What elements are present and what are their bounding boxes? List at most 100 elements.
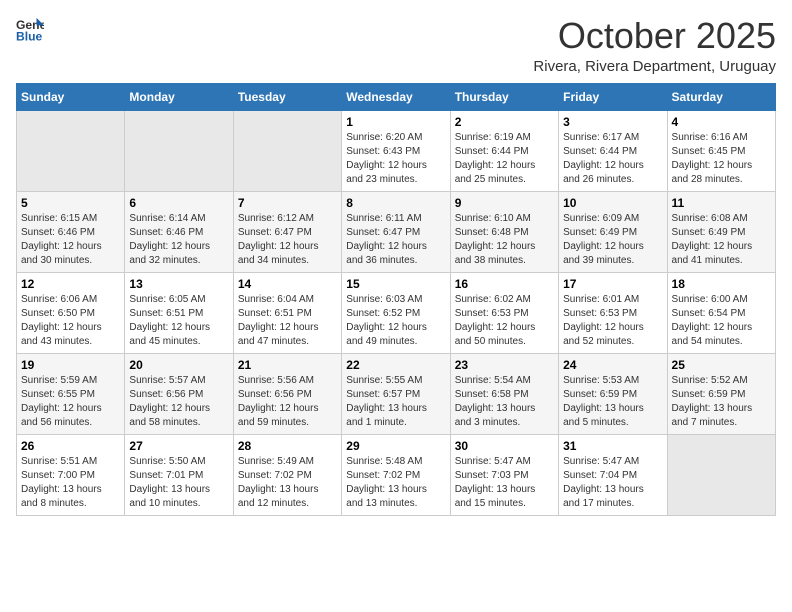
svg-text:Blue: Blue bbox=[16, 29, 43, 43]
day-number: 1 bbox=[346, 115, 445, 129]
location-subtitle: Rivera, Rivera Department, Uruguay bbox=[533, 58, 776, 75]
day-info: Sunrise: 5:52 AM Sunset: 6:59 PM Dayligh… bbox=[672, 374, 771, 430]
day-number: 10 bbox=[563, 196, 662, 210]
day-info: Sunrise: 6:11 AM Sunset: 6:47 PM Dayligh… bbox=[346, 212, 445, 268]
day-number: 26 bbox=[21, 439, 120, 453]
calendar-cell: 13Sunrise: 6:05 AM Sunset: 6:51 PM Dayli… bbox=[125, 272, 233, 353]
day-number: 28 bbox=[238, 439, 337, 453]
day-number: 23 bbox=[455, 358, 554, 372]
day-number: 14 bbox=[238, 277, 337, 291]
day-number: 6 bbox=[129, 196, 228, 210]
day-number: 22 bbox=[346, 358, 445, 372]
day-number: 20 bbox=[129, 358, 228, 372]
week-row-3: 12 Sunrise: 6:06 AM Sunset: 6:50 PM Dayli… bbox=[17, 272, 776, 353]
day-info: Sunrise: 6:19 AM Sunset: 6:44 PM Dayligh… bbox=[455, 131, 554, 187]
day-number: 19 bbox=[21, 358, 120, 372]
col-thursday: Thursday bbox=[450, 83, 558, 110]
day-number: 5 bbox=[21, 196, 120, 210]
day-number: 8 bbox=[346, 196, 445, 210]
header-row: Sunday Monday Tuesday Wednesday Thursday… bbox=[17, 83, 776, 110]
day-number: 24 bbox=[563, 358, 662, 372]
calendar-cell: 12 Sunrise: 6:06 AM Sunset: 6:50 PM Dayli… bbox=[17, 272, 125, 353]
day-info: Sunrise: 6:10 AM Sunset: 6:48 PM Dayligh… bbox=[455, 212, 554, 268]
day-info: Sunrise: 6:06 AM Sunset: 6:50 PM Dayligh… bbox=[21, 293, 120, 349]
calendar-cell: 16 Sunrise: 6:02 AM Sunset: 6:53 PM Dayli… bbox=[450, 272, 558, 353]
day-info: Sunrise: 5:53 AM Sunset: 6:59 PM Dayligh… bbox=[563, 374, 662, 430]
day-info: Sunrise: 5:55 AM Sunset: 6:57 PM Dayligh… bbox=[346, 374, 445, 430]
day-info: Sunrise: 5:59 AM Sunset: 6:55 PM Dayligh… bbox=[21, 374, 120, 430]
calendar-cell: 19 Sunrise: 5:59 AM Sunset: 6:55 PM Dayli… bbox=[17, 353, 125, 434]
calendar-cell: 2Sunrise: 6:19 AM Sunset: 6:44 PM Daylig… bbox=[450, 110, 558, 191]
calendar-cell: 15 Sunrise: 6:03 AM Sunset: 6:52 PM Dayli… bbox=[342, 272, 450, 353]
day-info: Sunrise: 5:48 AM Sunset: 7:02 PM Dayligh… bbox=[346, 455, 445, 511]
week-row-1: 1 Sunrise: 6:20 AM Sunset: 6:43 PM Daylig… bbox=[17, 110, 776, 191]
day-info: Sunrise: 5:51 AM Sunset: 7:00 PM Dayligh… bbox=[21, 455, 120, 511]
day-number: 15 bbox=[346, 277, 445, 291]
calendar-cell: 9 Sunrise: 6:10 AM Sunset: 6:48 PM Daylig… bbox=[450, 191, 558, 272]
day-info: Sunrise: 5:49 AM Sunset: 7:02 PM Dayligh… bbox=[238, 455, 337, 511]
calendar-cell bbox=[125, 110, 233, 191]
day-info: Sunrise: 6:15 AM Sunset: 6:46 PM Dayligh… bbox=[21, 212, 120, 268]
col-saturday: Saturday bbox=[667, 83, 775, 110]
calendar-cell: 6 Sunrise: 6:14 AM Sunset: 6:46 PM Daylig… bbox=[125, 191, 233, 272]
calendar-cell: 26 Sunrise: 5:51 AM Sunset: 7:00 PM Dayli… bbox=[17, 434, 125, 515]
logo-icon: General Blue bbox=[16, 16, 44, 44]
day-info: Sunrise: 5:56 AM Sunset: 6:56 PM Dayligh… bbox=[238, 374, 337, 430]
day-info: Sunrise: 6:09 AM Sunset: 6:49 PM Dayligh… bbox=[563, 212, 662, 268]
day-number: 16 bbox=[455, 277, 554, 291]
day-info: Sunrise: 6:05 AM Sunset: 6:51 PM Dayligh… bbox=[129, 293, 228, 349]
day-number: 4 bbox=[672, 115, 771, 129]
day-info: Sunrise: 5:50 AM Sunset: 7:01 PM Dayligh… bbox=[129, 455, 228, 511]
calendar-cell: 8 Sunrise: 6:11 AM Sunset: 6:47 PM Daylig… bbox=[342, 191, 450, 272]
calendar-cell: 5 Sunrise: 6:15 AM Sunset: 6:46 PM Daylig… bbox=[17, 191, 125, 272]
col-sunday: Sunday bbox=[17, 83, 125, 110]
day-info: Sunrise: 6:17 AM Sunset: 6:44 PM Dayligh… bbox=[563, 131, 662, 187]
calendar-table: Sunday Monday Tuesday Wednesday Thursday… bbox=[16, 83, 776, 516]
week-row-5: 26 Sunrise: 5:51 AM Sunset: 7:00 PM Dayli… bbox=[17, 434, 776, 515]
calendar-cell: 28 Sunrise: 5:49 AM Sunset: 7:02 PM Dayli… bbox=[233, 434, 341, 515]
day-info: Sunrise: 6:02 AM Sunset: 6:53 PM Dayligh… bbox=[455, 293, 554, 349]
day-info: Sunrise: 6:16 AM Sunset: 6:45 PM Dayligh… bbox=[672, 131, 771, 187]
day-info: Sunrise: 6:00 AM Sunset: 6:54 PM Dayligh… bbox=[672, 293, 771, 349]
day-info: Sunrise: 6:14 AM Sunset: 6:46 PM Dayligh… bbox=[129, 212, 228, 268]
day-info: Sunrise: 5:57 AM Sunset: 6:56 PM Dayligh… bbox=[129, 374, 228, 430]
day-info: Sunrise: 6:12 AM Sunset: 6:47 PM Dayligh… bbox=[238, 212, 337, 268]
calendar-cell: 10 Sunrise: 6:09 AM Sunset: 6:49 PM Dayli… bbox=[559, 191, 667, 272]
day-number: 18 bbox=[672, 277, 771, 291]
calendar-cell: 17 Sunrise: 6:01 AM Sunset: 6:53 PM Dayli… bbox=[559, 272, 667, 353]
day-number: 11 bbox=[672, 196, 771, 210]
calendar-cell: 29Sunrise: 5:48 AM Sunset: 7:02 PM Dayli… bbox=[342, 434, 450, 515]
day-number: 31 bbox=[563, 439, 662, 453]
calendar-cell: 30Sunrise: 5:47 AM Sunset: 7:03 PM Dayli… bbox=[450, 434, 558, 515]
day-info: Sunrise: 5:47 AM Sunset: 7:04 PM Dayligh… bbox=[563, 455, 662, 511]
week-row-2: 5 Sunrise: 6:15 AM Sunset: 6:46 PM Daylig… bbox=[17, 191, 776, 272]
day-number: 3 bbox=[563, 115, 662, 129]
calendar-cell bbox=[667, 434, 775, 515]
calendar-cell: 25 Sunrise: 5:52 AM Sunset: 6:59 PM Dayli… bbox=[667, 353, 775, 434]
day-info: Sunrise: 6:03 AM Sunset: 6:52 PM Dayligh… bbox=[346, 293, 445, 349]
day-number: 30 bbox=[455, 439, 554, 453]
calendar-cell: 3 Sunrise: 6:17 AM Sunset: 6:44 PM Daylig… bbox=[559, 110, 667, 191]
calendar-cell: 20 Sunrise: 5:57 AM Sunset: 6:56 PM Dayli… bbox=[125, 353, 233, 434]
calendar-cell bbox=[17, 110, 125, 191]
calendar-cell: 18 Sunrise: 6:00 AM Sunset: 6:54 PM Dayli… bbox=[667, 272, 775, 353]
calendar-cell: 11 Sunrise: 6:08 AM Sunset: 6:49 PM Dayli… bbox=[667, 191, 775, 272]
day-number: 21 bbox=[238, 358, 337, 372]
calendar-cell: 23 Sunrise: 5:54 AM Sunset: 6:58 PM Dayli… bbox=[450, 353, 558, 434]
calendar-cell: 21 Sunrise: 5:56 AM Sunset: 6:56 PM Dayli… bbox=[233, 353, 341, 434]
month-title: October 2025 bbox=[533, 16, 776, 56]
calendar-cell: 24 Sunrise: 5:53 AM Sunset: 6:59 PM Dayli… bbox=[559, 353, 667, 434]
day-number: 17 bbox=[563, 277, 662, 291]
day-info: Sunrise: 6:08 AM Sunset: 6:49 PM Dayligh… bbox=[672, 212, 771, 268]
calendar-cell: 27Sunrise: 5:50 AM Sunset: 7:01 PM Dayli… bbox=[125, 434, 233, 515]
day-number: 7 bbox=[238, 196, 337, 210]
day-number: 25 bbox=[672, 358, 771, 372]
col-wednesday: Wednesday bbox=[342, 83, 450, 110]
col-friday: Friday bbox=[559, 83, 667, 110]
day-info: Sunrise: 6:01 AM Sunset: 6:53 PM Dayligh… bbox=[563, 293, 662, 349]
day-number: 12 bbox=[21, 277, 120, 291]
day-info: Sunrise: 5:54 AM Sunset: 6:58 PM Dayligh… bbox=[455, 374, 554, 430]
day-info: Sunrise: 6:20 AM Sunset: 6:43 PM Dayligh… bbox=[346, 131, 445, 187]
day-number: 9 bbox=[455, 196, 554, 210]
logo: General Blue bbox=[16, 16, 44, 44]
